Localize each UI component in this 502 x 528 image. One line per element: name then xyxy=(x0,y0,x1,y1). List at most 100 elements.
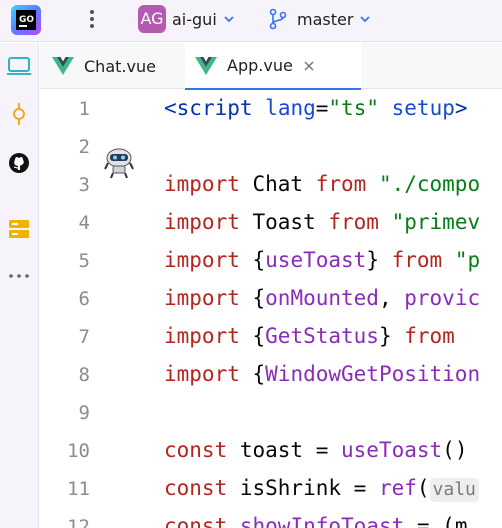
line-number: 12 xyxy=(67,516,90,528)
tool-window-strip xyxy=(0,43,39,528)
main-menu-kebab-icon[interactable] xyxy=(85,8,99,30)
code-token: { xyxy=(239,362,266,386)
project-tool-button[interactable] xyxy=(6,53,32,79)
code-token: toast = xyxy=(227,438,342,462)
code-line: <script lang="ts" setup> xyxy=(164,96,468,120)
more-tools-button[interactable] xyxy=(6,263,32,289)
code-token: "./compo xyxy=(378,172,481,196)
vue-file-icon xyxy=(195,56,217,75)
code-token: { xyxy=(239,324,266,348)
code-line: import Chat from "./compo xyxy=(164,172,480,196)
code-editor[interactable]: 1 2 3 4 5 6 7 8 9 10 11 12 <script lang="ts" setup>… xyxy=(40,90,502,528)
gopher-mascot-icon xyxy=(104,148,134,179)
code-token: = xyxy=(315,96,329,120)
code-token: lang xyxy=(265,96,316,120)
code-token: "ts" xyxy=(328,96,379,120)
code-token: } xyxy=(378,324,405,348)
code-token: from xyxy=(404,324,455,348)
structure-icon xyxy=(9,220,29,238)
code-token: = ( xyxy=(404,514,455,528)
code-token: ( xyxy=(416,476,430,500)
code-token: import xyxy=(164,210,240,234)
project-selector[interactable]: AG ai-gui xyxy=(138,4,235,34)
code-token: Toast xyxy=(239,210,329,234)
code-token: onMounted xyxy=(265,286,379,310)
code-token: import xyxy=(164,248,240,272)
line-number: 11 xyxy=(67,478,90,500)
code-token: from xyxy=(391,248,443,272)
close-icon[interactable] xyxy=(303,60,315,72)
code-token: import xyxy=(164,172,240,196)
code-line: import {useToast} from "p xyxy=(164,248,480,272)
code-token: setup xyxy=(391,96,455,120)
line-number: 1 xyxy=(78,98,90,120)
line-number: 9 xyxy=(78,402,90,424)
code-token: const xyxy=(164,514,228,528)
code-token: GetStatus xyxy=(265,324,379,348)
line-number: 7 xyxy=(78,326,90,348)
code-token: "p xyxy=(454,248,481,272)
code-line: const toast = useToast() xyxy=(164,438,467,462)
code-token: import xyxy=(164,286,240,310)
code-token: { xyxy=(239,286,266,310)
code-token: () xyxy=(442,438,468,462)
code-token: > xyxy=(454,96,468,120)
line-number: 6 xyxy=(78,288,90,310)
code-line: const showInfoToast = (m xyxy=(164,514,467,528)
code-token: < xyxy=(164,96,177,120)
parameter-hint: valu xyxy=(429,478,479,502)
code-token: showInfoToast xyxy=(239,514,405,528)
tab-app-vue[interactable]: App.vue xyxy=(185,43,361,90)
code-line: import {GetStatus} from xyxy=(164,324,455,348)
commit-tool-button[interactable] xyxy=(6,101,32,127)
project-icon xyxy=(7,57,31,75)
code-token: Chat xyxy=(239,172,316,196)
branch-selector[interactable]: master xyxy=(268,4,371,34)
commit-icon xyxy=(13,103,25,125)
line-number: 5 xyxy=(78,250,90,272)
code-token: ref xyxy=(378,476,417,500)
code-token: const xyxy=(164,438,228,462)
code-token: , xyxy=(378,286,405,310)
code-token: m xyxy=(454,514,468,528)
line-number: 4 xyxy=(78,212,90,234)
goland-logo-icon[interactable]: GO xyxy=(11,5,41,35)
code-token: const xyxy=(164,476,228,500)
git-branch-icon xyxy=(269,8,287,30)
line-number: 8 xyxy=(78,364,90,386)
code-line: import Toast from "primev xyxy=(164,210,480,234)
code-token: script xyxy=(176,96,253,120)
code-token: WindowGetPosition xyxy=(265,362,481,386)
code-token: import xyxy=(164,362,240,386)
code-token: provic xyxy=(404,286,481,310)
tab-chat-vue[interactable]: Chat.vue xyxy=(52,43,182,89)
more-icon xyxy=(9,274,29,278)
code-line: import {WindowGetPosition xyxy=(164,362,480,386)
github-icon xyxy=(9,153,29,173)
title-bar: GO AG ai-gui master xyxy=(0,0,502,42)
code-token: } xyxy=(366,248,392,272)
chevron-down-icon xyxy=(224,16,234,23)
tab-label: App.vue xyxy=(227,56,293,75)
project-avatar: AG xyxy=(138,5,166,33)
editor-tab-bar: Chat.vue App.vue xyxy=(40,43,502,90)
structure-tool-button[interactable] xyxy=(6,216,32,242)
tab-label: Chat.vue xyxy=(84,56,156,76)
chevron-down-icon xyxy=(360,16,371,23)
line-number: 10 xyxy=(67,440,90,462)
vue-file-icon xyxy=(52,57,74,75)
code-token: from xyxy=(328,210,379,234)
code-token: isShrink = xyxy=(227,476,379,500)
code-token: useToast xyxy=(265,248,367,272)
code-token: { xyxy=(239,248,266,272)
github-tool-button[interactable] xyxy=(6,150,32,176)
code-token: import xyxy=(164,324,240,348)
code-token: from xyxy=(315,172,367,196)
code-token: useToast xyxy=(341,438,443,462)
line-number: 3 xyxy=(78,174,90,196)
